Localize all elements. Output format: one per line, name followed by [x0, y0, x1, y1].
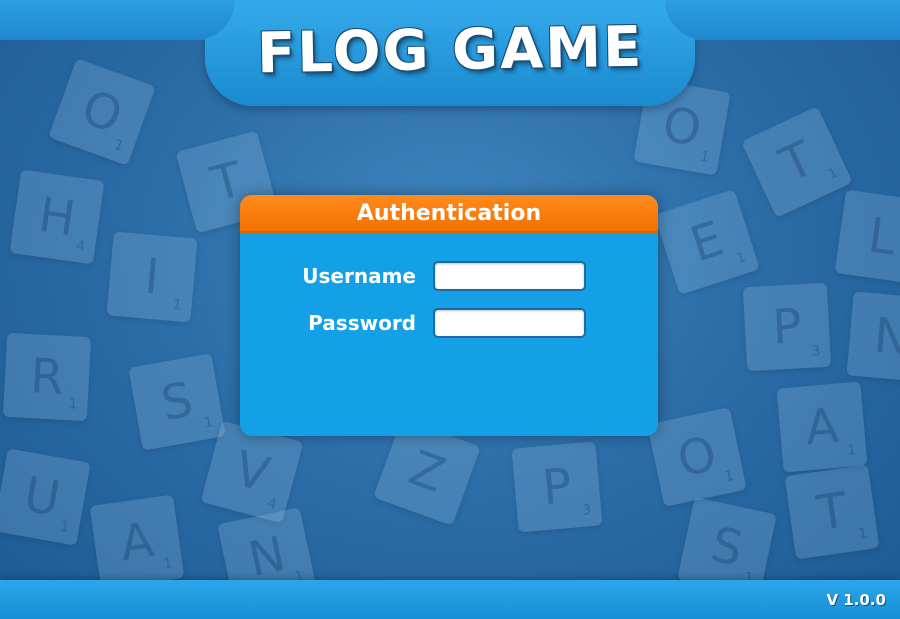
password-row: Password [240, 308, 658, 338]
letter-tile: S1 [128, 353, 226, 451]
letter-tile: T1 [741, 106, 853, 218]
letter-tile: R1 [2, 332, 92, 422]
letter-tile: E1 [654, 189, 760, 295]
letter-tile: O1 [48, 58, 156, 166]
letter-tile: U1 [0, 448, 91, 546]
title-banner: FLOG GAME [165, 0, 735, 106]
letter-tile: A1 [776, 381, 868, 473]
letter-tile: P3 [742, 282, 832, 372]
game-title: FLOG GAME [256, 14, 644, 86]
letter-tile: O1 [647, 407, 747, 507]
username-row: Username [240, 261, 658, 291]
panel-title: Authentication [356, 200, 542, 226]
password-input[interactable] [433, 308, 586, 338]
letter-tile: A1 [89, 494, 185, 590]
authentication-panel: Authentication Username Password [240, 195, 658, 436]
username-input[interactable] [433, 261, 586, 291]
letter-tile: T1 [784, 464, 880, 560]
letter-tile: I1 [106, 231, 198, 323]
letter-tile: N [846, 291, 900, 383]
letter-tile: H4 [9, 169, 105, 265]
username-label: Username [302, 264, 416, 288]
footer-bar: V 1.0.0 [0, 580, 900, 619]
panel-header: Authentication [240, 195, 658, 233]
version-label: V 1.0.0 [826, 591, 886, 609]
letter-tile: L [834, 189, 900, 285]
password-label: Password [308, 311, 416, 335]
letter-tile: P3 [511, 441, 603, 533]
